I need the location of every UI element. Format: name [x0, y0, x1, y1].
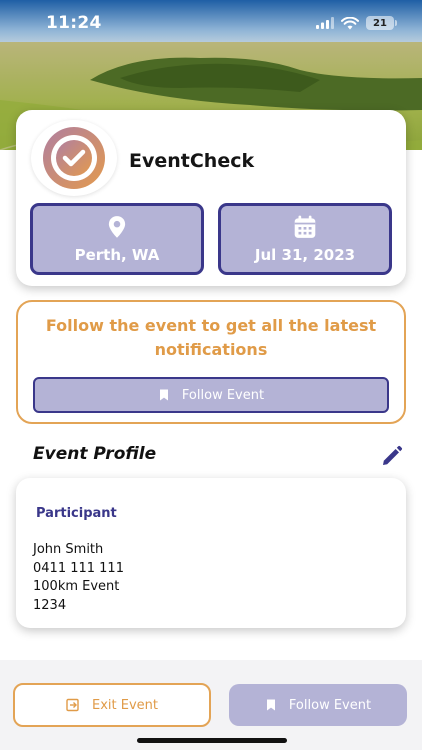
- date-label: Jul 31, 2023: [254, 246, 356, 264]
- participant-profile-card: Participant John Smith 0411 111 111 100k…: [16, 478, 406, 628]
- app-logo: [31, 120, 117, 196]
- follow-event-bottom-button-label: Follow Event: [288, 697, 372, 713]
- check-badge-icon: [43, 127, 105, 189]
- follow-event-button-label: Follow Event: [181, 387, 265, 403]
- exit-event-button-label: Exit Event: [92, 697, 158, 713]
- follow-event-button[interactable]: Follow Event: [33, 377, 389, 413]
- signal-icon: [316, 17, 334, 29]
- participant-heading: Participant: [36, 506, 117, 521]
- exit-icon: [66, 698, 79, 712]
- follow-prompt-message: Follow the event to get all the latest n…: [45, 316, 377, 359]
- participant-number: 1234: [33, 597, 67, 613]
- calendar-icon: [294, 215, 316, 238]
- bookmark-icon: [266, 699, 275, 711]
- exit-event-button[interactable]: Exit Event: [13, 683, 211, 727]
- participant-name: John Smith: [33, 542, 104, 557]
- app-name: EventCheck: [129, 150, 255, 172]
- participant-event-type: 100km Event: [33, 579, 120, 594]
- location-label: Perth, WA: [74, 246, 160, 264]
- wifi-icon: [341, 16, 359, 29]
- follow-event-bottom-button[interactable]: Follow Event: [229, 684, 407, 726]
- map-pin-icon: [108, 216, 126, 238]
- status-bar: 11:24 21: [0, 0, 422, 46]
- edit-pencil-icon[interactable]: [380, 444, 404, 468]
- event-header-card: EventCheck Perth, WA Jul 31, 2023: [16, 110, 406, 286]
- event-profile-title: Event Profile: [33, 444, 157, 464]
- follow-prompt-card: Follow the event to get all the latest n…: [16, 300, 406, 424]
- bookmark-icon: [159, 389, 168, 401]
- participant-phone: 0411 111 111: [33, 560, 124, 576]
- location-box[interactable]: Perth, WA: [30, 203, 204, 275]
- participant-details: John Smith 0411 111 111 100km Event 1234: [33, 541, 124, 615]
- date-box[interactable]: Jul 31, 2023: [218, 203, 392, 275]
- status-time: 11:24: [46, 13, 102, 33]
- battery-indicator: 21: [366, 16, 397, 30]
- home-indicator[interactable]: [137, 738, 287, 743]
- status-icons: 21: [316, 16, 397, 30]
